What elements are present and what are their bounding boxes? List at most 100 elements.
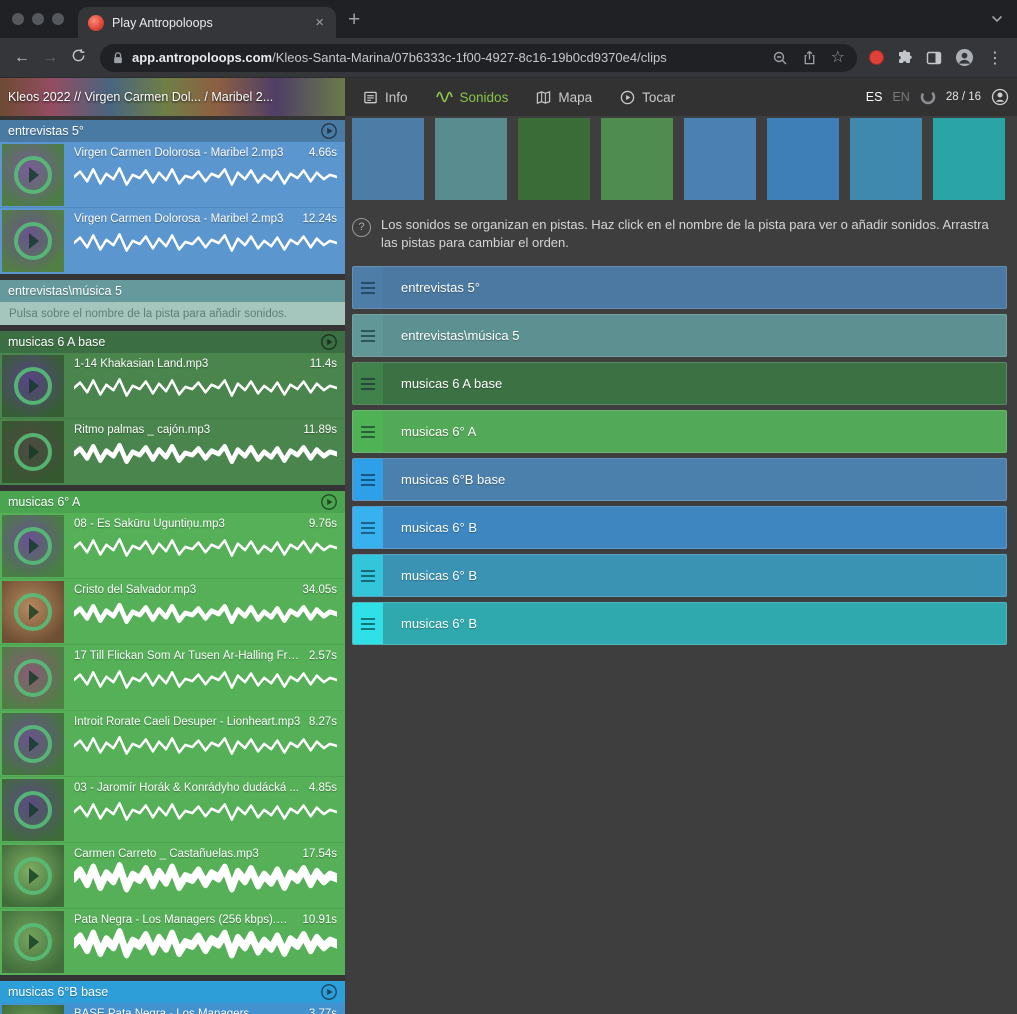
back-button[interactable]: ← [8, 49, 36, 67]
lock-icon[interactable] [112, 51, 124, 65]
window-zoom-button[interactable] [52, 13, 64, 25]
track-row-label[interactable]: musicas 6° B [383, 616, 477, 631]
drag-handle-icon[interactable] [353, 363, 383, 404]
browser-menu-icon[interactable]: ⋮ [987, 48, 1003, 68]
sidebar-track-header[interactable]: musicas 6 A base [0, 331, 345, 353]
track-row[interactable]: musicas 6° B [352, 506, 1007, 549]
sidebar-track-header[interactable]: entrevistas 5° [0, 120, 345, 142]
track-row-label[interactable]: entrevistas\música 5 [383, 328, 520, 343]
clip-item[interactable]: Cristo del Salvador.mp334.05s [0, 579, 345, 645]
sidebar-track-header[interactable]: musicas 6°B base [0, 981, 345, 1003]
drag-handle-icon[interactable] [353, 411, 383, 452]
window-minimize-button[interactable] [32, 13, 44, 25]
new-tab-button[interactable]: + [348, 9, 360, 30]
drag-handle-icon[interactable] [353, 603, 383, 644]
clip-name: Ritmo palmas _ cajón.mp3 [74, 424, 210, 436]
breadcrumb[interactable]: Kleos 2022 // Virgen Carmen Dol... / Mar… [8, 90, 273, 104]
zoom-icon[interactable] [772, 50, 788, 66]
clip-item[interactable]: Introit Rorate Caeli Desuper - Lionheart… [0, 711, 345, 777]
sidebar-track-header[interactable]: entrevistas\música 5 [0, 280, 345, 302]
track-row-label[interactable]: musicas 6° B [383, 568, 477, 583]
track-color-swatch[interactable] [352, 118, 424, 200]
tab-close-icon[interactable]: × [313, 13, 326, 32]
clip-item[interactable]: 03 - Jaromír Horák & Konrádyho dudácká .… [0, 777, 345, 843]
clip-item[interactable]: 17 Till Flickan Som Är Tusen År-Halling … [0, 645, 345, 711]
drag-handle-icon[interactable] [353, 315, 383, 356]
track-row-label[interactable]: entrevistas 5° [383, 280, 480, 295]
clip-thumbnail [2, 581, 64, 643]
track-color-swatch[interactable] [684, 118, 756, 200]
clip-item[interactable]: Virgen Carmen Dolorosa - Maribel 2.mp312… [0, 208, 345, 274]
drag-handle-icon[interactable] [353, 507, 383, 548]
track-row[interactable]: musicas 6° A [352, 410, 1007, 453]
profile-avatar[interactable] [955, 48, 974, 67]
nav-item-info[interactable]: Info [363, 90, 408, 105]
track-row-label[interactable]: musicas 6°B base [383, 472, 505, 487]
track-row-label[interactable]: musicas 6° A [383, 424, 476, 439]
track-row[interactable]: musicas 6° B [352, 554, 1007, 597]
track-name: musicas 6° A [8, 495, 320, 509]
clip-waveform [74, 733, 337, 759]
clip-item[interactable]: Pata Negra - Los Managers (256 kbps).mp3… [0, 909, 345, 975]
clip-name: Cristo del Salvador.mp3 [74, 584, 196, 596]
clip-item[interactable]: Virgen Carmen Dolorosa - Maribel 2.mp34.… [0, 142, 345, 208]
track-play-button[interactable] [320, 122, 338, 140]
bookmark-star-icon[interactable]: ☆ [831, 50, 845, 66]
drag-handle-icon[interactable] [353, 267, 383, 308]
track-color-swatch[interactable] [933, 118, 1005, 200]
sidebar-track-header[interactable]: musicas 6° A [0, 491, 345, 513]
recording-extension-icon[interactable] [869, 50, 884, 65]
main-nav: Info Sonidos Mapa Tocar [363, 90, 675, 105]
forward-button[interactable]: → [36, 49, 64, 67]
url-text: app.antropoloops.com/Kleos-Santa-Marina/… [132, 50, 667, 65]
track-row[interactable]: entrevistas 5° [352, 266, 1007, 309]
track-color-swatch[interactable] [518, 118, 590, 200]
track-color-swatch[interactable] [767, 118, 839, 200]
tab-search-chevron-icon[interactable] [991, 15, 1003, 23]
clip-play-overlay-icon [14, 433, 52, 471]
clip-thumbnail [2, 355, 64, 417]
track-color-swatch[interactable] [601, 118, 673, 200]
track-row[interactable]: entrevistas\música 5 [352, 314, 1007, 357]
browser-tab[interactable]: Play Antropoloops × [78, 7, 336, 38]
track-row-label[interactable]: musicas 6° B [383, 520, 477, 535]
nav-item-sonidos[interactable]: Sonidos [436, 90, 509, 105]
tab-title: Play Antropoloops [112, 16, 305, 30]
drag-handle-icon[interactable] [353, 459, 383, 500]
clip-name: Pata Negra - Los Managers (256 kbps).mp3 [74, 914, 296, 926]
track-color-swatch[interactable] [850, 118, 922, 200]
track-row[interactable]: musicas 6 A base [352, 362, 1007, 405]
clip-item[interactable]: 08 - Es Sakūru Uguntiņu.mp39.76s [0, 513, 345, 579]
share-icon[interactable] [802, 50, 817, 65]
clip-item[interactable]: Ritmo palmas _ cajón.mp311.89s [0, 419, 345, 485]
extensions-puzzle-icon[interactable] [897, 50, 913, 66]
clip-play-overlay-icon [14, 725, 52, 763]
clip-item[interactable]: 1-14 Khakasian Land.mp311.4s [0, 353, 345, 419]
track-row[interactable]: musicas 6°B base [352, 458, 1007, 501]
track-play-button[interactable] [320, 333, 338, 351]
window-controls[interactable] [0, 13, 78, 25]
track-play-button[interactable] [320, 983, 338, 1001]
breadcrumb-strip[interactable]: Kleos 2022 // Virgen Carmen Dol... / Mar… [0, 78, 345, 116]
sidebar-track-section: entrevistas 5° Virgen Carmen Dolorosa - … [0, 120, 345, 274]
address-bar[interactable]: app.antropoloops.com/Kleos-Santa-Marina/… [100, 44, 857, 72]
account-icon[interactable] [991, 88, 1009, 106]
clip-name: 08 - Es Sakūru Uguntiņu.mp3 [74, 518, 225, 530]
clip-name: Virgen Carmen Dolorosa - Maribel 2.mp3 [74, 147, 283, 159]
track-row-label[interactable]: musicas 6 A base [383, 376, 502, 391]
lang-es-button[interactable]: ES [866, 90, 883, 104]
side-panel-icon[interactable] [926, 50, 942, 66]
clip-thumbnail [2, 210, 64, 272]
waveform-icon [436, 90, 453, 104]
track-row[interactable]: musicas 6° B [352, 602, 1007, 645]
drag-handle-icon[interactable] [353, 555, 383, 596]
reload-button[interactable] [64, 48, 92, 68]
clip-item[interactable]: Carmen Carreto _ Castañuelas.mp317.54s [0, 843, 345, 909]
clip-item[interactable]: BASE Pata Negra - Los Managers3.77s [0, 1003, 345, 1014]
lang-en-button[interactable]: EN [892, 90, 909, 104]
nav-item-tocar[interactable]: Tocar [620, 90, 675, 105]
window-close-button[interactable] [12, 13, 24, 25]
track-color-swatch[interactable] [435, 118, 507, 200]
nav-item-mapa[interactable]: Mapa [536, 90, 592, 105]
track-play-button[interactable] [320, 493, 338, 511]
